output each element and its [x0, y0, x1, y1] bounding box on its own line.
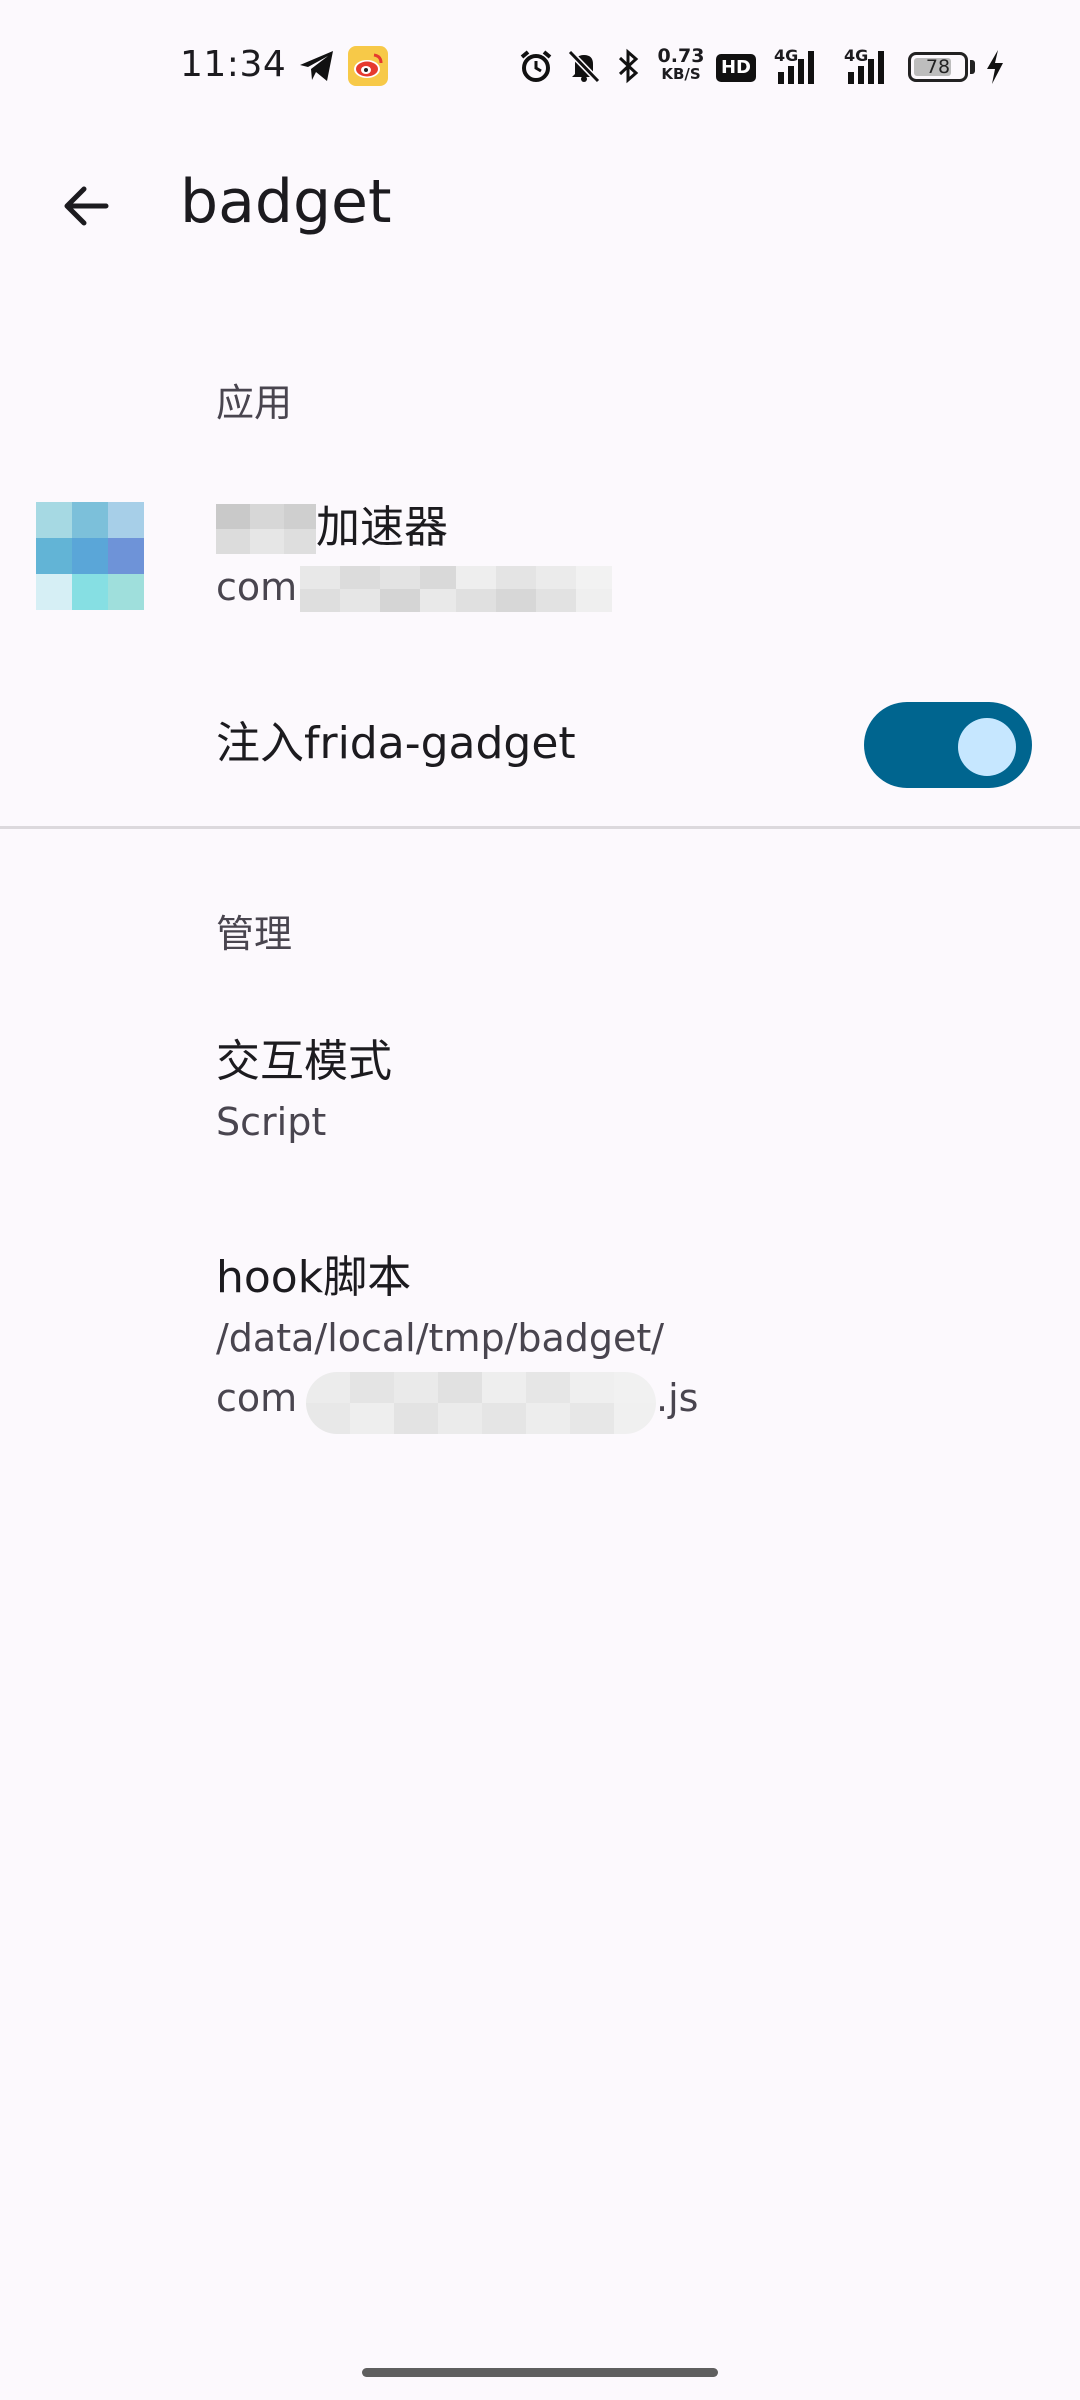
hook-script-path-prefix: com: [216, 1376, 298, 1420]
signal-bars-icon: [778, 51, 814, 84]
app-icon: [36, 502, 144, 610]
interaction-mode-title: 交互模式: [216, 1036, 392, 1087]
screen: 11:34 0.73 KB/S HD 4G 4G 78 badget 应用 加速…: [0, 0, 1080, 2400]
weibo-icon: [348, 46, 388, 86]
interaction-mode-item[interactable]: 交互模式 Script: [0, 1034, 1080, 1184]
frida-gadget-switch-label: 注入frida-gadget: [216, 718, 576, 769]
redacted-package-name: [300, 566, 612, 612]
back-button[interactable]: [38, 158, 134, 254]
section-header-app: 应用: [216, 381, 293, 425]
redacted-app-name-prefix: [216, 504, 316, 554]
section-divider: [0, 826, 1080, 829]
bluetooth-icon: [618, 48, 639, 84]
frida-gadget-switch-row[interactable]: 注入frida-gadget: [0, 680, 1080, 810]
telegram-icon: [300, 51, 333, 81]
hook-script-path-suffix: .js: [656, 1376, 699, 1420]
alarm-icon: [520, 50, 552, 82]
home-indicator[interactable]: [362, 2368, 718, 2377]
battery-level-label: 78: [925, 56, 951, 78]
signal-bars-icon: [848, 51, 884, 84]
mute-icon: [567, 49, 601, 84]
battery-tip: [970, 60, 975, 74]
hook-script-path-line1: /data/local/tmp/badget/: [216, 1316, 665, 1360]
app-list-item[interactable]: 加速器 com: [0, 470, 1080, 650]
signal-strength-2: 4G: [844, 46, 896, 86]
network-speed: 0.73 KB/S: [654, 46, 708, 82]
app-package-prefix: com: [216, 565, 298, 609]
page-title: badget: [180, 167, 392, 237]
app-name: 加速器: [316, 502, 448, 553]
network-speed-unit: KB/S: [661, 65, 701, 83]
hd-badge-label: HD: [720, 57, 751, 78]
network-speed-value: 0.73: [657, 45, 705, 67]
section-header-manage: 管理: [216, 912, 293, 956]
hd-badge: HD: [716, 54, 756, 82]
charging-icon: [987, 50, 1003, 84]
interaction-mode-value: Script: [216, 1100, 327, 1144]
status-bar: 11:34 0.73 KB/S HD 4G 4G 78: [0, 0, 1080, 140]
switch-thumb: [958, 718, 1016, 776]
redacted-script-name: [306, 1372, 656, 1434]
signal-strength-1: 4G: [774, 46, 824, 86]
hook-script-item[interactable]: hook脚本 /data/local/tmp/badget/ com .js: [0, 1250, 1080, 1450]
arrow-back-icon: [64, 186, 109, 226]
hook-script-title: hook脚本: [216, 1252, 412, 1303]
status-time: 11:34: [180, 44, 287, 85]
